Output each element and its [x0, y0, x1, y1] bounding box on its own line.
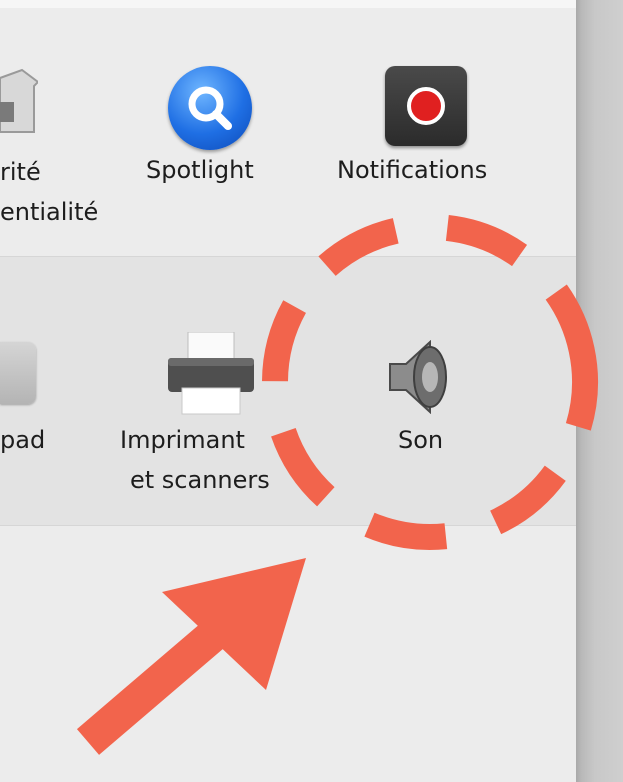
- pane-label: Notifications: [337, 156, 488, 184]
- window-edge-shadow: [576, 0, 623, 782]
- pane-label-line1: Imprimant: [120, 426, 245, 454]
- pane-label: Spotlight: [146, 156, 254, 184]
- spotlight-icon: [168, 66, 252, 150]
- pane-label-line2: et scanners: [130, 466, 270, 494]
- house-icon: [0, 68, 38, 133]
- pane-label: Son: [398, 426, 444, 454]
- pane-label: pad: [0, 426, 46, 454]
- speaker-icon: [389, 340, 447, 414]
- trackpad-icon: [0, 342, 36, 404]
- pane-label-line2: entialité: [0, 198, 99, 226]
- notifications-icon: [385, 66, 467, 146]
- pane-label-line1: rité: [0, 158, 41, 186]
- magnifier-icon: [188, 86, 232, 130]
- printer-icon: [168, 332, 254, 415]
- pane-row-hardware: [0, 256, 576, 526]
- toolbar-edge: [0, 0, 576, 8]
- system-preferences-window: rité entialité Spotlight Notifications p…: [0, 0, 576, 782]
- record-dot-icon: [407, 87, 445, 125]
